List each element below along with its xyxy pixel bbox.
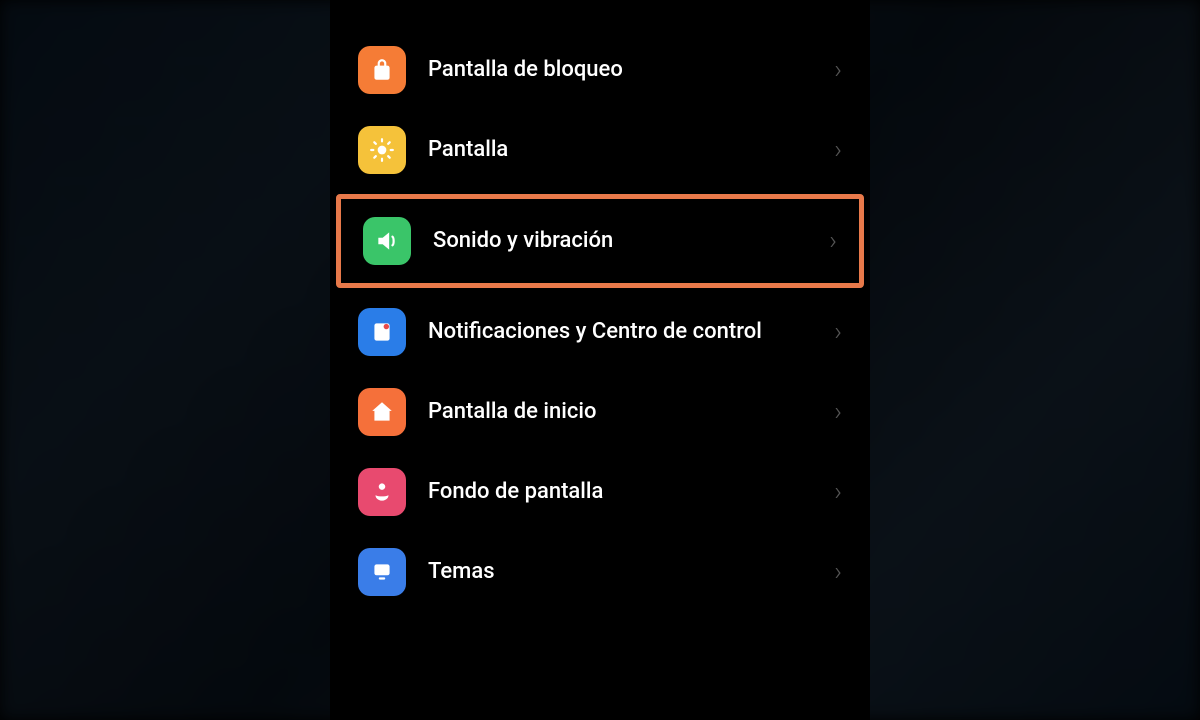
settings-item-label: Notificaciones y Centro de control — [428, 318, 834, 347]
chevron-right-icon: › — [829, 226, 837, 256]
sun-icon — [358, 126, 406, 174]
chevron-right-icon: › — [834, 135, 842, 165]
settings-list: Pantalla de bloqueo › Pantalla › Sonido … — [330, 30, 870, 612]
notification-icon — [358, 308, 406, 356]
settings-item-lock-screen[interactable]: Pantalla de bloqueo › — [330, 30, 870, 110]
settings-item-sound-vibration[interactable]: Sonido y vibración › — [336, 194, 864, 288]
chevron-right-icon: › — [834, 557, 842, 587]
settings-item-display[interactable]: Pantalla › — [330, 110, 870, 190]
themes-icon — [358, 548, 406, 596]
chevron-right-icon: › — [834, 477, 842, 507]
settings-item-label: Pantalla de bloqueo — [428, 56, 834, 85]
settings-item-label: Pantalla de inicio — [428, 398, 834, 427]
chevron-right-icon: › — [834, 397, 842, 427]
speaker-icon — [363, 217, 411, 265]
settings-item-label: Sonido y vibración — [433, 227, 829, 256]
settings-item-label: Fondo de pantalla — [428, 478, 834, 507]
settings-panel: Pantalla de bloqueo › Pantalla › Sonido … — [330, 0, 870, 720]
settings-item-label: Pantalla — [428, 136, 834, 165]
settings-item-home-screen[interactable]: Pantalla de inicio › — [330, 372, 870, 452]
flower-icon — [358, 468, 406, 516]
settings-item-label: Temas — [428, 558, 834, 587]
chevron-right-icon: › — [834, 55, 842, 85]
settings-item-notifications[interactable]: Notificaciones y Centro de control › — [330, 292, 870, 372]
lock-icon — [358, 46, 406, 94]
settings-item-themes[interactable]: Temas › — [330, 532, 870, 612]
home-icon — [358, 388, 406, 436]
settings-item-wallpaper[interactable]: Fondo de pantalla › — [330, 452, 870, 532]
chevron-right-icon: › — [834, 317, 842, 347]
